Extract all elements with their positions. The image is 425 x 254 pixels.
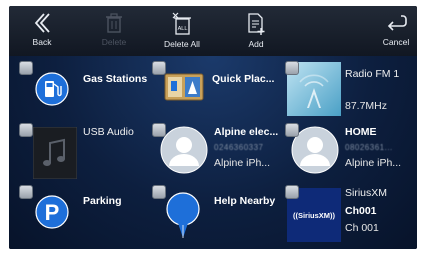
back-label: Back — [32, 37, 52, 47]
tile-device: Alpine iPh... — [345, 157, 402, 169]
select-checkbox[interactable] — [152, 123, 166, 137]
tile-title: Parking — [83, 195, 122, 207]
cancel-label: Cancel — [382, 37, 410, 47]
svg-text:P: P — [45, 200, 60, 225]
tile-frequency: 87.7MHz — [345, 100, 388, 112]
tile-title: Help Nearby — [214, 195, 276, 207]
delete-label: Delete — [101, 37, 127, 47]
tile-channel-name: Ch 001 — [345, 222, 379, 234]
tile-device: Alpine iPh... — [214, 157, 271, 169]
tile-title: USB Audio — [83, 126, 134, 138]
add-document-icon — [248, 13, 265, 35]
tile-gas-stations[interactable]: Gas Stations — [19, 60, 149, 120]
select-checkbox[interactable] — [285, 123, 299, 137]
add-button[interactable]: Add — [221, 6, 291, 56]
tile-quick-places[interactable]: Quick Plac... — [152, 60, 282, 120]
select-checkbox[interactable] — [19, 185, 33, 199]
trash-all-icon: ALL — [172, 12, 191, 35]
tile-contact-home[interactable]: HOME 08026361... Alpine iPh... — [285, 122, 415, 182]
tile-phone-number: 08026361... — [345, 143, 393, 152]
tile-title: Alpine elec... — [214, 126, 279, 138]
tile-channel: Ch001 — [345, 205, 377, 217]
tile-radio-fm1[interactable]: Radio FM 1 87.7MHz — [285, 60, 415, 120]
tile-help-nearby[interactable]: Help Nearby — [152, 184, 282, 246]
app-frame: Back Delete ALL Delete All Add Cancel Ga… — [9, 6, 417, 249]
favorites-grid: Gas Stations Quick Plac... Radio FM 1 87… — [9, 56, 417, 249]
gas-station-icon — [35, 72, 69, 106]
select-checkbox[interactable] — [19, 61, 33, 75]
tile-usb-audio[interactable]: USB Audio — [19, 122, 149, 182]
delete-button[interactable]: Delete — [79, 6, 149, 56]
tile-title: HOME — [345, 126, 377, 138]
delete-all-button[interactable]: ALL Delete All — [147, 6, 217, 56]
select-checkbox[interactable] — [285, 185, 299, 199]
tile-title: Quick Plac... — [212, 73, 275, 85]
music-note-icon — [33, 127, 77, 179]
tile-title: SiriusXM — [345, 187, 388, 199]
toolbar: Back Delete ALL Delete All Add Cancel — [9, 6, 417, 57]
siriusxm-logo-text: ((SiriusXM)) — [292, 210, 336, 220]
tile-contact-alpine[interactable]: Alpine elec... 0246360337 Alpine iPh... — [152, 122, 282, 182]
select-checkbox[interactable] — [285, 61, 299, 75]
tile-parking[interactable]: P Parking — [19, 184, 149, 246]
tile-title: Gas Stations — [83, 73, 148, 85]
cancel-button[interactable]: Cancel — [361, 6, 417, 56]
delete-all-label: Delete All — [164, 39, 200, 49]
tile-title: Radio FM 1 — [345, 68, 400, 80]
tile-siriusxm[interactable]: ((SiriusXM)) SiriusXM Ch001 Ch 001 — [285, 184, 415, 246]
return-arrow-icon — [387, 15, 407, 31]
select-checkbox[interactable] — [19, 123, 33, 137]
select-checkbox[interactable] — [152, 61, 166, 75]
contact-avatar-icon — [160, 126, 208, 174]
add-label: Add — [248, 39, 264, 49]
tile-phone-number: 0246360337 — [214, 143, 264, 152]
trash-icon — [106, 13, 122, 33]
quick-places-icon — [164, 73, 204, 101]
select-checkbox[interactable] — [152, 185, 166, 199]
back-chevron-icon — [34, 13, 50, 33]
svg-text:ALL: ALL — [178, 26, 188, 32]
help-balloon-icon — [166, 192, 200, 238]
parking-icon: P — [35, 195, 69, 229]
back-button[interactable]: Back — [9, 6, 77, 56]
